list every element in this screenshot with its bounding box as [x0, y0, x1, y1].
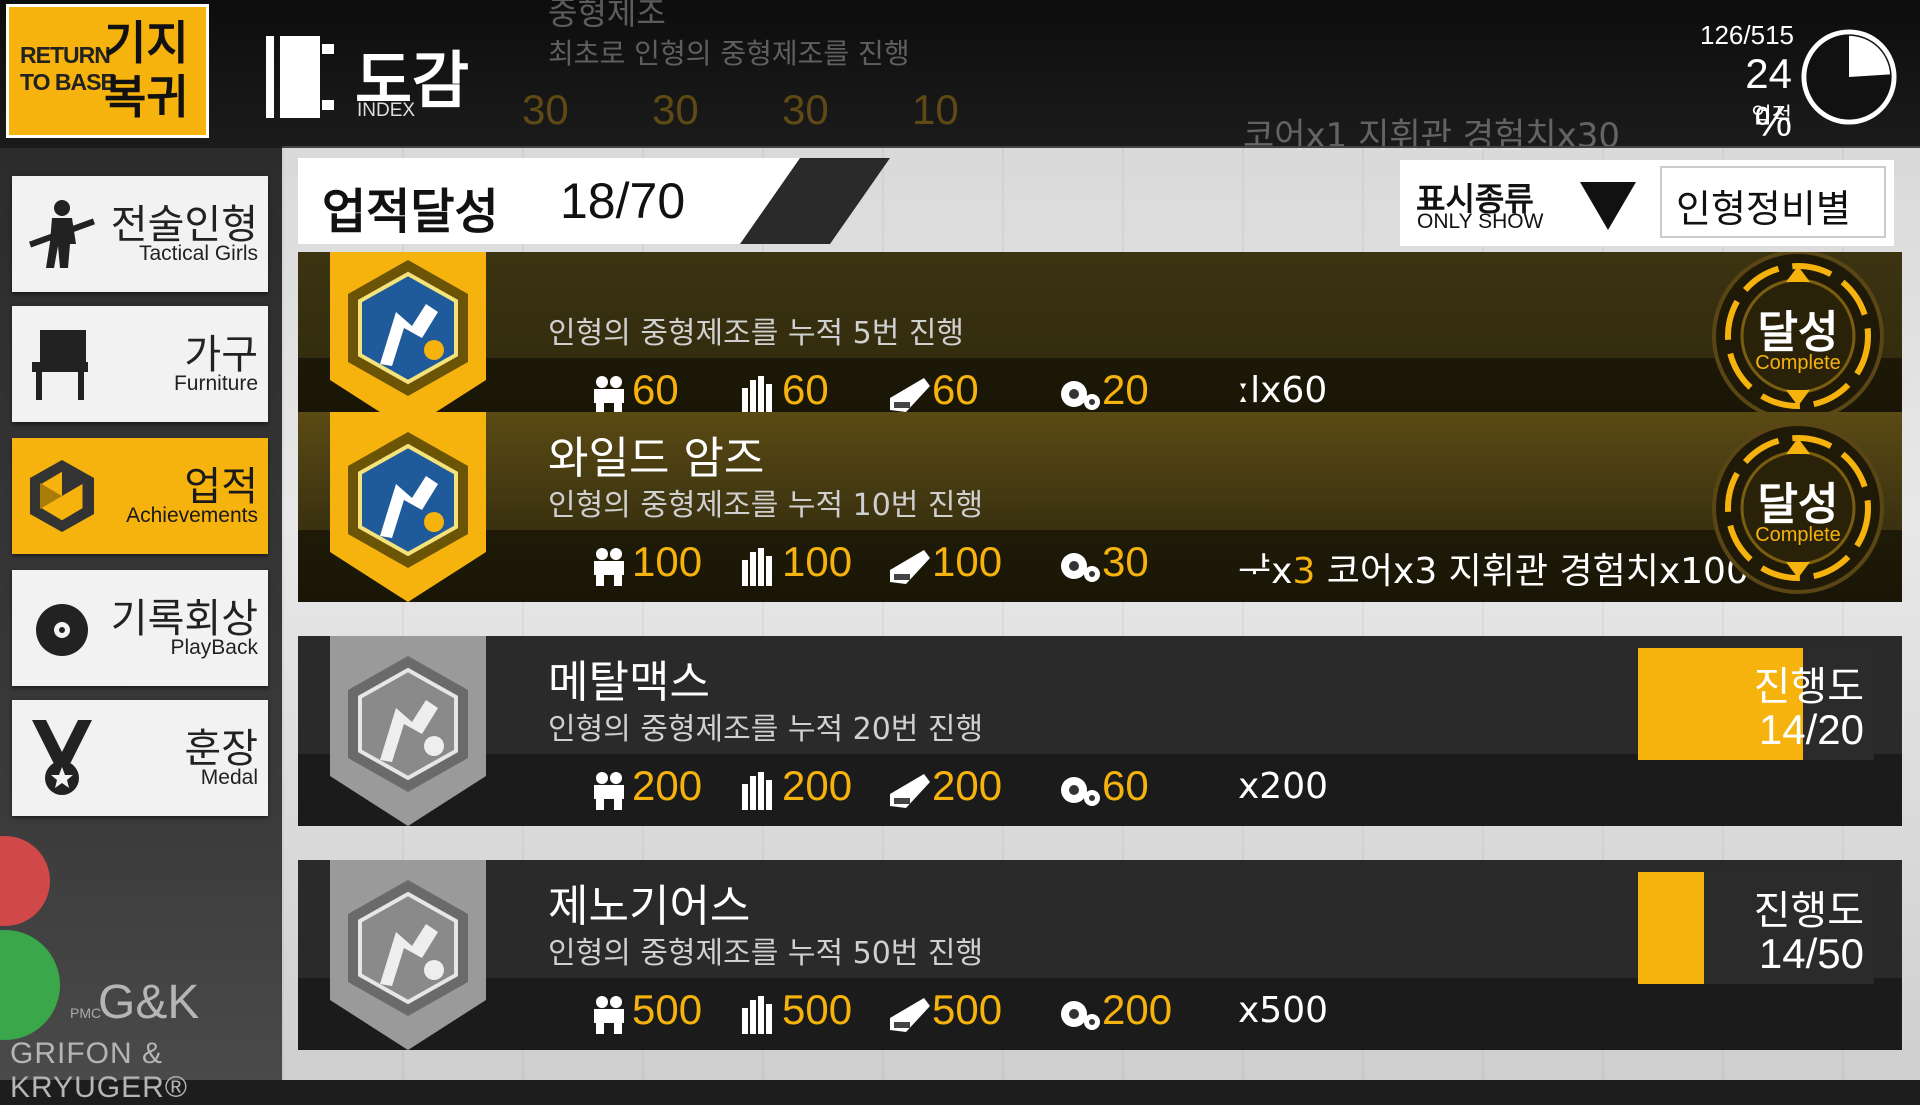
faded-row-desc: 최초로 인형의 중형제조를 진행 [548, 37, 910, 70]
achievement-icon [30, 460, 94, 532]
ammo-icon [742, 376, 772, 414]
achievement-row[interactable]: 메탈맥스 인형의 중형제조를 누적 20번 진행 200 200 200 60 … [298, 636, 1902, 826]
manpower-icon [594, 996, 624, 1034]
ammo-icon [742, 996, 772, 1034]
faded-reward: 코어x1 지휘관 경험치x30 [1243, 116, 1620, 156]
manpower-icon [594, 548, 624, 586]
sidebar-item-furniture[interactable]: 가구 Furniture [12, 306, 268, 422]
return-base-en: RETURN TO BASE [20, 42, 116, 95]
ration-icon [890, 998, 930, 1032]
ration-icon [890, 774, 930, 808]
achievements-label: 업적달성 [322, 184, 499, 240]
ammo-icon [742, 548, 772, 586]
complete-badge: 달성 Complete [1710, 252, 1886, 424]
parts-icon [1061, 553, 1100, 582]
disc-icon [36, 604, 88, 656]
return-base-ko: 기지 복귀 [104, 16, 189, 124]
top-divider [282, 146, 1920, 148]
sidebar-item-sublabel: Tactical Girls [138, 242, 258, 265]
parts-icon [1061, 381, 1100, 410]
achievements-count: 18/70 [560, 173, 686, 229]
overall-progress-label: 업적 [1751, 104, 1792, 129]
progress-value: 14/50 [1758, 930, 1864, 977]
chair-icon [32, 330, 88, 400]
ammo-icon [742, 772, 772, 810]
complete-badge: 달성 Complete [1710, 420, 1886, 596]
progress-fill [1638, 872, 1705, 984]
achievement-description: 인형의 중형제조를 누적 50번 진행 [548, 936, 984, 971]
sidebar-item-playback[interactable]: 기록회상 PlayBack [12, 570, 268, 686]
achievement-row[interactable]: 제노기어스 인형의 중형제조를 누적 50번 진행 500 500 500 20… [298, 860, 1902, 1050]
sidebar-item-sublabel: Medal [200, 766, 258, 789]
soldier-icon [29, 200, 95, 268]
achievement-description: 인형의 중형제조를 누적 10번 진행 [548, 488, 984, 523]
sidebar-item-sublabel: Achievements [126, 504, 258, 527]
achievement-description: 인형의 중형제조를 누적 5번 진행 [548, 316, 965, 351]
complete-sublabel: Complete [1755, 524, 1841, 546]
heavy-production-badge-icon [330, 860, 486, 1050]
heavy-production-badge-icon [330, 252, 486, 430]
progress-label: 진행도 [1753, 664, 1864, 710]
progress-value: 14/20 [1758, 706, 1864, 753]
filter-select[interactable]: 인형정비별 [1660, 166, 1886, 238]
medal-icon [32, 720, 92, 795]
reward-text: ːlx60 [1238, 370, 1328, 411]
progress-box: 진행도 14/20 [1638, 648, 1874, 760]
achievement-row[interactable]: 와일드 암즈 인형의 중형제조를 누적 10번 진행 100 100 100 3… [298, 412, 1902, 602]
progress-label: 진행도 [1753, 888, 1864, 934]
index-book-icon [266, 36, 334, 118]
sidebar-item-achievements[interactable]: 업적 Achievements [12, 438, 268, 554]
reward-text: x500 [1238, 990, 1329, 1031]
filter-sublabel: ONLY SHOW [1417, 210, 1544, 233]
complete-label: 달성 [1757, 307, 1839, 358]
reward-text: ᅷx3 코어x3 지휘관 경험치x100 [1238, 551, 1749, 592]
faded-achievement-row: 중형제조 최초로 인형의 중형제조를 진행 30 30 30 10 코어x1 지… [298, 0, 1920, 156]
ration-icon [890, 550, 930, 584]
manpower-icon [594, 772, 624, 810]
progress-pie-icon [1801, 29, 1897, 125]
achievement-title: 제노기어스 [548, 881, 751, 932]
reward-text: x200 [1238, 766, 1329, 807]
ration-icon [890, 378, 930, 412]
achievement-description: 인형의 중형제조를 누적 20번 진행 [548, 712, 984, 747]
heavy-production-badge-icon [330, 636, 486, 826]
sidebar-item-tactical-girls[interactable]: 전술인형 Tactical Girls [12, 176, 268, 292]
heavy-production-badge-icon [330, 412, 486, 602]
complete-label: 달성 [1757, 479, 1839, 530]
overall-progress-count: 126/515 [1700, 20, 1794, 50]
return-to-base-button[interactable]: RETURN TO BASE 기지 복귀 [6, 4, 209, 138]
sidebar-item-medal[interactable]: 훈장 Medal [12, 700, 268, 816]
manpower-icon [594, 376, 624, 414]
complete-sublabel: Complete [1755, 352, 1841, 374]
dropdown-arrow-icon[interactable] [1580, 182, 1636, 230]
progress-box: 진행도 14/50 [1638, 872, 1874, 984]
sidebar-item-sublabel: PlayBack [170, 636, 258, 659]
filter-selected-value: 인형정비별 [1676, 187, 1851, 231]
faded-row-title: 중형제조 [548, 0, 666, 32]
sidebar-item-sublabel: Furniture [173, 372, 258, 395]
parts-icon [1061, 777, 1100, 806]
achievement-title: 와일드 암즈 [548, 433, 765, 484]
page-subtitle: INDEX [357, 100, 416, 121]
achievement-title: 메탈맥스 [548, 657, 710, 708]
parts-icon [1061, 1001, 1100, 1030]
